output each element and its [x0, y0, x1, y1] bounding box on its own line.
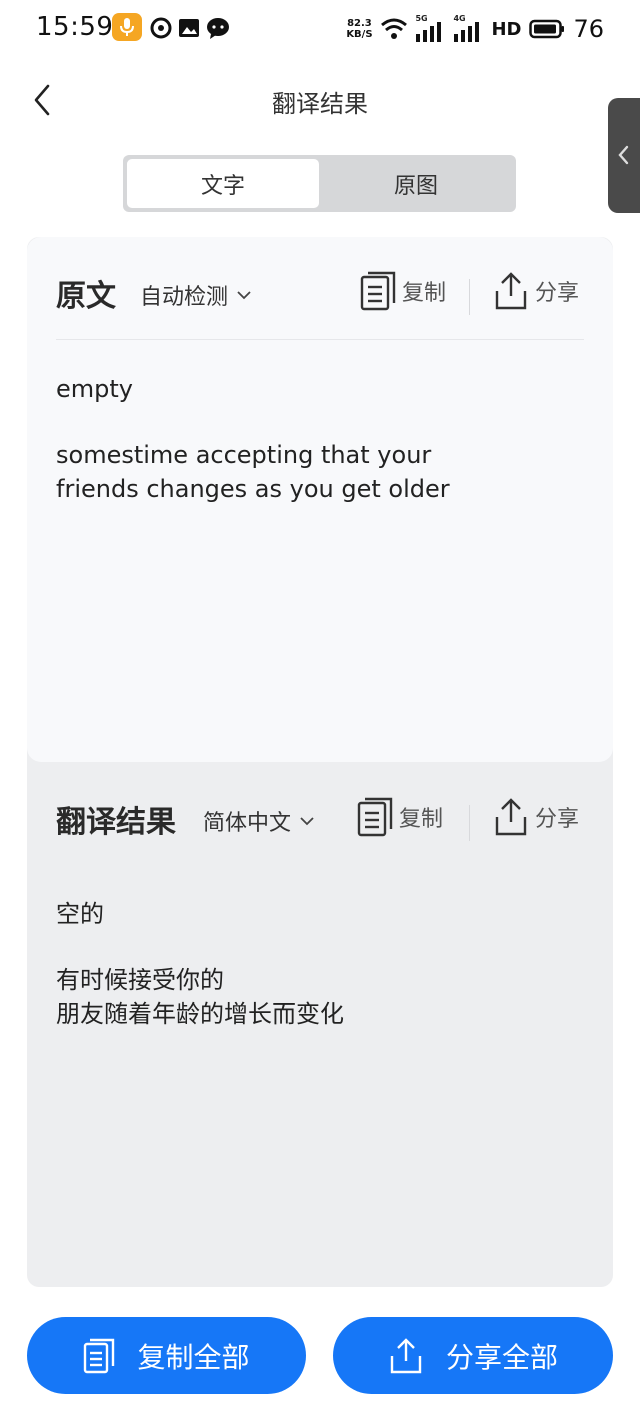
translation-share-button[interactable]: 分享: [493, 797, 579, 837]
copy-all-button[interactable]: 复制全部: [27, 1317, 306, 1394]
tab-original-image[interactable]: 原图: [320, 159, 512, 208]
source-line: empty: [56, 375, 133, 403]
source-line: friends changes as you get older: [56, 475, 450, 503]
copy-icon: [357, 797, 393, 837]
translation-copy-label: 复制: [399, 807, 444, 832]
copy-all-label: 复制全部: [137, 1340, 250, 1374]
copy-icon: [360, 271, 396, 311]
side-drawer-handle[interactable]: [608, 98, 640, 213]
smile-icon: [150, 17, 172, 39]
translation-line: 朋友随着年龄的增长而变化: [56, 1000, 344, 1028]
share-icon: [495, 798, 527, 836]
translation-share-label: 分享: [535, 807, 580, 832]
source-line: somestime accepting that your: [56, 441, 432, 469]
chat-icon: [207, 18, 229, 39]
source-copy-button[interactable]: 复制: [360, 271, 446, 311]
share-icon: [390, 1337, 422, 1373]
chevron-down-icon: [237, 291, 251, 300]
signal-4g-icon: 4G: [453, 14, 483, 42]
share-icon: [495, 272, 527, 310]
microphone-icon: [112, 13, 142, 41]
net-speed: 82.3 KB/S: [345, 18, 373, 40]
share-all-button[interactable]: 分享全部: [333, 1317, 613, 1394]
battery-level: 76: [573, 15, 604, 43]
translation-line: 有时候接受你的: [56, 966, 224, 994]
source-text: empty somestime accepting that your frie…: [56, 372, 576, 506]
target-language-label: 简体中文: [203, 811, 292, 836]
page-title: 翻译结果: [272, 90, 368, 118]
view-mode-tabs: 文字 原图: [123, 155, 516, 212]
translation-heading: 翻译结果: [56, 805, 176, 840]
source-language-select[interactable]: 自动检测: [140, 279, 252, 311]
status-right-group: 82.3 KB/S 5G 4G HD 76: [345, 14, 604, 44]
share-all-label: 分享全部: [445, 1340, 558, 1374]
divider: [469, 805, 470, 841]
source-share-label: 分享: [535, 281, 580, 306]
status-time: 15:59: [36, 12, 114, 42]
source-copy-label: 复制: [402, 281, 447, 306]
translation-copy-button[interactable]: 复制: [357, 797, 443, 837]
tab-text[interactable]: 文字: [127, 159, 319, 208]
signal-5g-icon: 5G: [415, 14, 445, 42]
wifi-icon: [381, 18, 408, 39]
side-chevron-icon: [618, 145, 629, 165]
target-language-select[interactable]: 简体中文: [203, 805, 315, 837]
chevron-down-icon: [300, 817, 314, 826]
status-bar: 15:59 82.3 KB/S 5G 4G HD 76: [0, 0, 640, 58]
battery-icon: [529, 19, 565, 39]
source-divider: [56, 339, 584, 340]
source-share-button[interactable]: 分享: [493, 271, 579, 311]
translation-header: 翻译结果 简体中文 复制 分享: [27, 787, 613, 847]
image-icon: [179, 19, 199, 37]
copy-icon: [84, 1338, 115, 1373]
divider: [469, 279, 470, 315]
net-speed-value: 82.3: [347, 18, 372, 29]
source-language-label: 自动检测: [140, 285, 229, 310]
translation-line: 空的: [56, 900, 104, 928]
source-header: 原文 自动检测 复制 分享: [27, 261, 613, 321]
hd-indicator: HD: [491, 18, 522, 40]
translation-text: 空的 有时候接受你的 朋友随着年龄的增长而变化: [56, 897, 576, 1031]
source-panel: 原文 自动检测 复制 分享 empty somestime accepting …: [27, 237, 613, 762]
net-speed-unit: KB/S: [346, 29, 373, 40]
source-heading: 原文: [56, 279, 116, 314]
